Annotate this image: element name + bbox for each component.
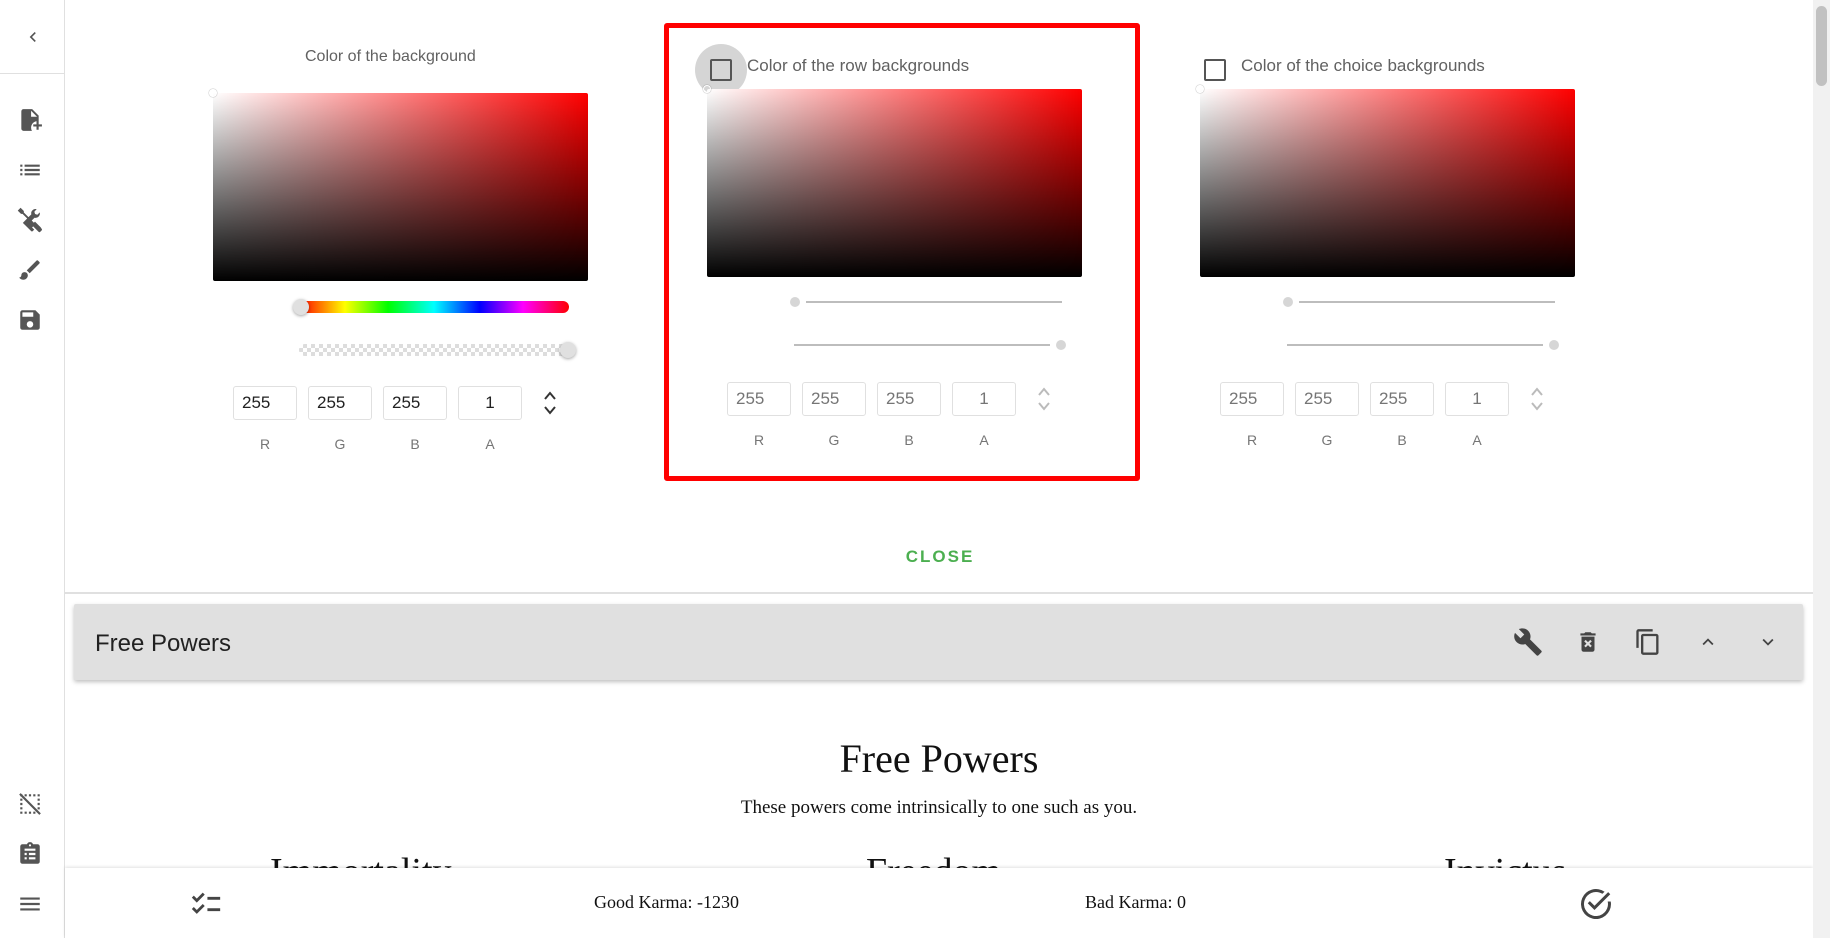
back-button[interactable] (0, 0, 65, 74)
good-karma: Good Karma: -1230 (594, 892, 739, 912)
saturation-handle[interactable] (1196, 85, 1204, 93)
section-header-bar: Free Powers (74, 604, 1803, 680)
save-icon[interactable] (14, 304, 46, 336)
section-name: Free Powers (95, 630, 232, 657)
red-label: R (259, 436, 271, 452)
blue-input[interactable]: 255 (383, 386, 447, 420)
format-toggle[interactable] (542, 388, 558, 418)
alpha-input[interactable]: 1 (458, 386, 522, 420)
format-toggle[interactable] (1529, 384, 1545, 414)
saturation-handle[interactable] (209, 89, 217, 97)
alpha-slider[interactable] (1287, 344, 1543, 346)
picker-title: Color of the background (305, 48, 476, 65)
red-input[interactable]: 255 (233, 386, 297, 420)
content-title: Free Powers (839, 736, 1039, 781)
green-input[interactable]: 255 (308, 386, 372, 420)
wrench-icon[interactable] (1512, 626, 1544, 658)
choice-background-checkbox[interactable] (1204, 59, 1226, 81)
dialog-divider (65, 592, 1813, 594)
menu-icon[interactable] (14, 888, 46, 920)
bottom-bar: Good Karma: -1230 Bad Karma: 0 (65, 868, 1813, 938)
file-add-icon[interactable] (14, 104, 46, 136)
content-subtitle: These powers come intrinsically to one s… (740, 797, 1138, 818)
list-icon[interactable] (14, 154, 46, 186)
check-circle-icon[interactable] (1578, 886, 1614, 922)
green-input[interactable]: 255 (1295, 382, 1359, 416)
focus-highlight-box (664, 23, 1140, 481)
red-input[interactable]: 255 (1220, 382, 1284, 416)
alpha-slider[interactable] (299, 344, 569, 356)
alpha-label: A (1472, 432, 1482, 448)
close-button[interactable]: CLOSE (880, 547, 1000, 567)
page-scrollbar[interactable] (1813, 0, 1830, 938)
unfold-icon (1529, 384, 1545, 414)
alpha-slider-handle[interactable] (560, 342, 576, 358)
tools-icon[interactable] (14, 204, 46, 236)
bad-karma: Bad Karma: 0 (1085, 892, 1186, 912)
green-label: G (334, 436, 346, 452)
saturation-area[interactable] (213, 93, 588, 281)
grid-off-icon[interactable] (14, 788, 46, 820)
brush-icon[interactable] (14, 254, 46, 286)
chevron-left-icon (23, 27, 43, 47)
chevron-up-icon[interactable] (1692, 626, 1724, 658)
hue-slider-handle[interactable] (293, 299, 309, 315)
alpha-input[interactable]: 1 (1445, 382, 1509, 416)
clipboard-icon[interactable] (14, 838, 46, 870)
left-rail (0, 0, 65, 938)
blue-input[interactable]: 255 (1370, 382, 1434, 416)
scrollbar-thumb[interactable] (1816, 6, 1827, 86)
hue-slider-handle[interactable] (1283, 297, 1293, 307)
copy-icon[interactable] (1632, 626, 1664, 658)
alpha-slider-handle[interactable] (1549, 340, 1559, 350)
chevron-down-icon[interactable] (1752, 626, 1784, 658)
red-label: R (1246, 432, 1258, 448)
picker-title: Color of the choice backgrounds (1241, 56, 1485, 75)
delete-icon[interactable] (1572, 626, 1604, 658)
unfold-icon (542, 388, 558, 418)
hue-slider[interactable] (1299, 301, 1555, 303)
green-label: G (1321, 432, 1333, 448)
saturation-area[interactable] (1200, 89, 1575, 277)
checklist-icon[interactable] (188, 886, 224, 922)
blue-label: B (410, 436, 420, 452)
alpha-label: A (485, 436, 495, 452)
hue-slider[interactable] (299, 301, 569, 313)
blue-label: B (1397, 432, 1407, 448)
